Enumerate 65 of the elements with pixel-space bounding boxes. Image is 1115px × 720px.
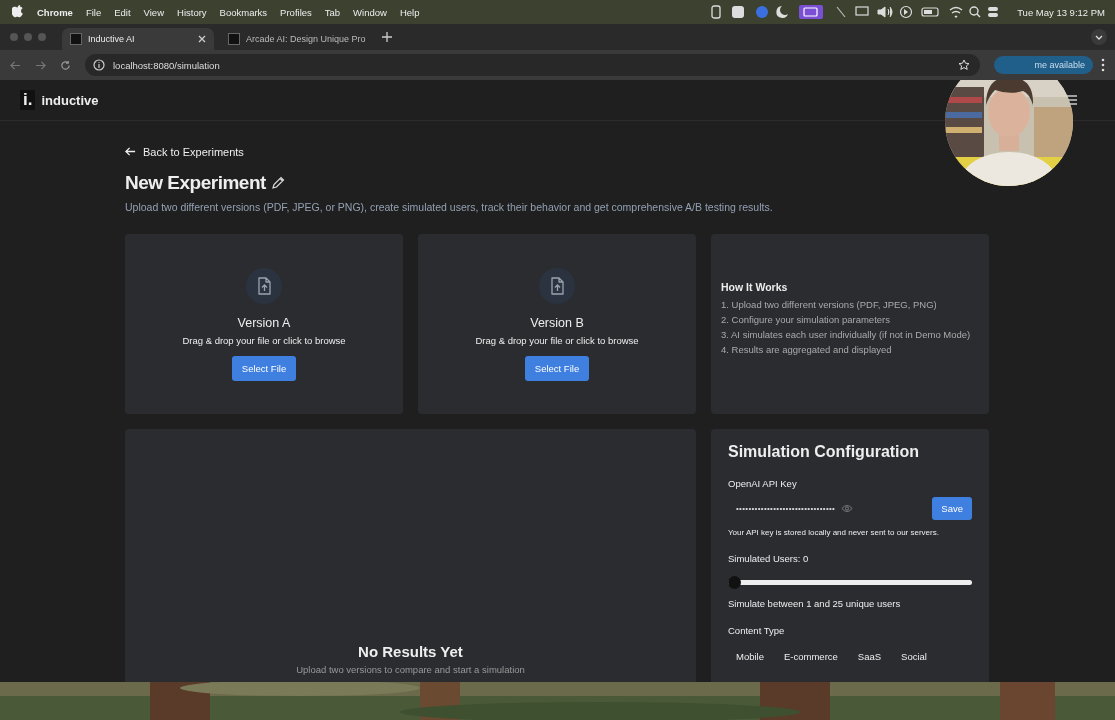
step-text: 2. Configure your simulation parameters (721, 314, 891, 325)
reload-icon[interactable] (60, 59, 71, 71)
step-text: 3. AI simulates each user individually (if not in Demo Mode) (721, 329, 972, 340)
favicon-icon (70, 33, 82, 45)
forward-icon[interactable] (35, 59, 46, 71)
select-file-button[interactable]: Select File (524, 356, 590, 381)
brand-name[interactable]: inductive (41, 92, 99, 108)
update-notice-button[interactable]: me available (994, 56, 1093, 74)
slider-hint: Simulate between 1 and 25 unique users (728, 598, 902, 609)
menu-clock: Tue May 13 9:12 PM (1017, 6, 1105, 18)
favicon-icon (228, 33, 240, 45)
more-icon[interactable] (1101, 58, 1105, 72)
eye-icon[interactable] (841, 504, 854, 513)
step-text: 1. Upload two different versions (PDF, JPEG, PNG) (721, 299, 938, 310)
version-title: Version B (530, 316, 584, 330)
menu-item[interactable]: Profiles (280, 6, 312, 18)
file-upload-icon (539, 268, 575, 304)
save-button[interactable]: Save (932, 497, 972, 520)
field-label: Content Type (728, 625, 786, 636)
address-bar[interactable]: localhost:8080/simulation (85, 54, 981, 76)
arrow-left-icon (125, 146, 136, 157)
api-key-note: Your API key is stored locally and never sent to our servers. (728, 528, 940, 537)
menu-app-name[interactable]: Chrome (37, 6, 73, 18)
select-file-button[interactable]: Select File (231, 356, 297, 381)
new-tab-icon[interactable] (382, 32, 392, 42)
browser-tab[interactable]: Inductive AI (62, 28, 214, 50)
content-type-option[interactable]: SaaS (849, 646, 890, 667)
config-title: Simulation Configuration (728, 443, 921, 461)
version-title: Version A (237, 316, 291, 330)
step-text: 4. Results are aggregated and displayed (721, 344, 893, 355)
menu-item[interactable]: History (177, 6, 207, 18)
api-key-field[interactable]: •••••••••••••••••••••••••••••••• (728, 497, 925, 520)
browser-tab[interactable]: Arcade AI: Design Unique Pro (220, 28, 372, 50)
menu-item[interactable]: Window (353, 6, 387, 18)
logo-mark[interactable]: i. (20, 90, 36, 110)
back-link[interactable]: Back to Experiments (125, 145, 244, 158)
menu-item[interactable]: View (143, 6, 164, 18)
page-description: Upload two different versions (PDF, JPEG, or PNG), create simulated users, track their behavior and get comprehensive A/B testing results. (125, 201, 774, 213)
info-icon (93, 59, 105, 71)
menu-item[interactable]: Edit (114, 6, 131, 18)
close-icon[interactable] (198, 35, 206, 43)
back-icon[interactable] (10, 59, 21, 71)
upload-hint: Drag & drop your file or click to browse (475, 335, 639, 346)
bookmark-star-icon[interactable] (958, 59, 971, 71)
menu-item[interactable]: Help (399, 6, 420, 18)
menu-item[interactable]: Bookmarks (219, 6, 268, 18)
upload-card[interactable]: Version B Drag & drop your file or click to browse Select File (418, 234, 696, 414)
field-label: OpenAI API Key (728, 478, 798, 489)
page-title: New Experiment (125, 172, 266, 194)
upload-card[interactable]: Version A Drag & drop your file or click to browse Select File (125, 234, 403, 414)
apple-icon[interactable] (12, 5, 24, 19)
empty-title: No Results Yet (358, 643, 463, 660)
menu-item[interactable]: File (85, 6, 102, 18)
empty-hint: Upload two versions to compare and start a simulation (296, 664, 525, 675)
upload-hint: Drag & drop your file or click to browse (182, 335, 346, 346)
menu-item[interactable]: Tab (324, 6, 341, 18)
tab-list-icon[interactable] (1091, 29, 1107, 45)
file-upload-icon (246, 268, 282, 304)
content-type-option[interactable]: Mobile (728, 646, 772, 667)
slider-label: Simulated Users: 0 (728, 553, 810, 564)
content-type-option[interactable]: Social (893, 646, 935, 667)
pencil-icon[interactable] (270, 176, 285, 190)
content-type-option[interactable]: E-commerce (776, 646, 846, 667)
slider-thumb[interactable] (728, 576, 741, 589)
info-title: How It Works (721, 281, 789, 293)
